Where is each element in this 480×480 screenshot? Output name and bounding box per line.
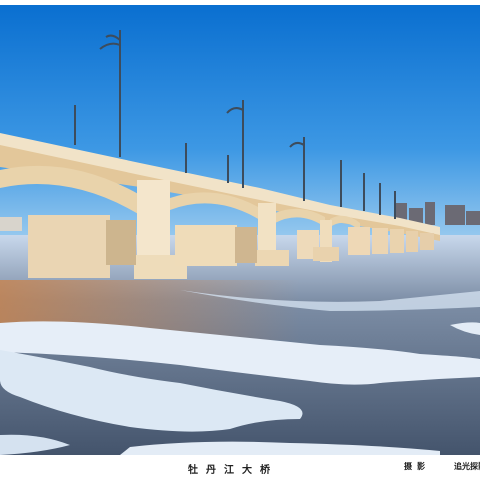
caption-bar: 牡丹江大桥 摄影 追光探影 bbox=[0, 455, 480, 480]
bridge-photo bbox=[0, 5, 480, 455]
credit-name: 追光探影 bbox=[454, 462, 480, 471]
photo-canvas bbox=[0, 5, 480, 455]
credit-label: 摄影 bbox=[404, 462, 430, 471]
photo-title: 牡丹江大桥 bbox=[188, 465, 278, 476]
